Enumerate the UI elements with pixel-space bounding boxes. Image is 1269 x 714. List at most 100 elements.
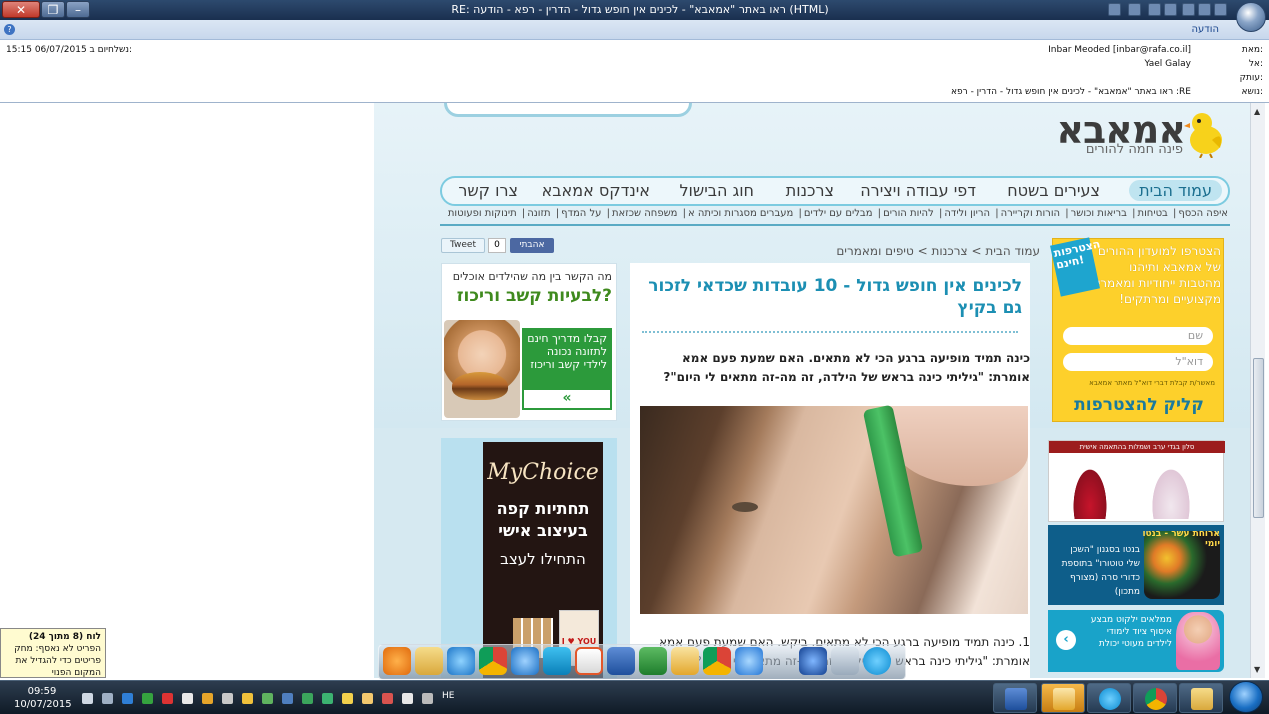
scroll-down-arrow[interactable]: ▼ — [1254, 665, 1260, 674]
word-icon[interactable] — [607, 647, 635, 675]
calculator-icon[interactable] — [831, 647, 859, 675]
ad-mychoice-coasters[interactable]: MyChoice תחתיות קפה בעיצוב אישי התחילו ל… — [441, 438, 617, 678]
save-icon[interactable] — [1214, 3, 1227, 16]
ad-cta-arrow-button[interactable]: « — [522, 388, 612, 410]
tray-app-icon-5[interactable] — [242, 693, 253, 704]
nav-home[interactable]: עמוד הבית — [1129, 180, 1222, 201]
subnav-item[interactable]: משפחה שכזאת — [612, 208, 677, 219]
folder-icon[interactable] — [415, 647, 443, 675]
ad-bento-lunch[interactable]: ארוחת עשר - בנטו יומי בנטו בסגנון "השכן … — [1048, 525, 1224, 605]
subnav-item[interactable]: בטיחות — [1138, 208, 1168, 219]
taskbar-outlook[interactable] — [1041, 683, 1085, 713]
media-player-icon[interactable] — [383, 647, 411, 675]
subnav-item[interactable]: להיות הורים — [883, 208, 934, 219]
previous-item-icon[interactable] — [1148, 3, 1161, 16]
taskbar-clock[interactable]: 09:59 10/07/2015 — [14, 685, 72, 711]
site-logo[interactable]: אמאבא פינה חמה להורים — [1049, 108, 1229, 164]
itunes-icon[interactable] — [735, 647, 763, 675]
subnav-item[interactable]: תזונה — [527, 208, 550, 219]
tray-app-icon-11[interactable] — [382, 693, 393, 704]
outlook-icon[interactable] — [671, 647, 699, 675]
nav-young[interactable]: צעירים בשטח — [1007, 181, 1100, 200]
chrome-icon[interactable] — [479, 647, 507, 675]
subnav-item[interactable]: תינוקות ופעוטות — [448, 208, 517, 219]
ad-school-supplies[interactable]: ‹ ממלאים ילקוט מבצע איסוף ציוד לימודי לי… — [1048, 610, 1224, 672]
tray-app-icon-10[interactable] — [362, 693, 373, 704]
subnav-item[interactable]: מעברים מסגרות וכיתה א — [688, 208, 793, 219]
volume-icon[interactable] — [82, 693, 93, 704]
minimize-window-button[interactable]: – — [66, 1, 90, 18]
tab-message[interactable]: הודעה — [1191, 24, 1219, 35]
join-submit-button[interactable]: קליק להצטרפות — [1059, 395, 1219, 415]
chrome-icon-2[interactable] — [703, 647, 731, 675]
language-indicator[interactable]: HE — [442, 691, 454, 701]
start-button-icon[interactable] — [1229, 681, 1263, 713]
toys-arrow-button[interactable]: ‹ — [1056, 630, 1076, 650]
taskbar-chrome[interactable] — [1133, 683, 1177, 713]
tray-app-icon-9[interactable] — [342, 693, 353, 704]
close-window-button[interactable]: ✕ — [2, 1, 40, 18]
ad-evening-dresses[interactable]: סלון בגדי ערב ושמלות בהתאמה אישית — [1048, 440, 1225, 522]
taskbar-skype[interactable] — [1087, 683, 1131, 713]
join-name-input[interactable]: שם — [1063, 327, 1213, 345]
nvidia-icon[interactable] — [262, 693, 273, 704]
office-app-icon[interactable] — [575, 647, 603, 675]
nav-index[interactable]: אינדקס אמאבא — [542, 181, 650, 200]
tray-app-icon-2[interactable] — [162, 693, 173, 704]
join-consent-checkbox[interactable]: מאשר/ת קבלת דברי דוא"ל מאתר אמאבא — [1061, 379, 1215, 387]
undo-icon[interactable] — [1198, 3, 1211, 16]
attach-icon[interactable] — [1128, 3, 1141, 16]
nav-worksheets[interactable]: דפי עבודה ויצירה — [860, 181, 976, 200]
article-title[interactable]: לכינים אין חופש גדול - 10 עובדות שכדאי ל… — [642, 275, 1022, 319]
join-email-input[interactable]: דוא"ל — [1063, 353, 1213, 371]
maximize-window-button[interactable]: ❐ — [41, 1, 65, 18]
tweet-button[interactable]: Tweet — [441, 238, 485, 253]
clipboard-notification[interactable]: לוח (8 מתוך 24) הפריט לא נאסף: מחק פריטי… — [0, 628, 106, 678]
next-item-icon[interactable] — [1164, 3, 1177, 16]
site-search-input[interactable] — [444, 103, 692, 117]
tray-app-icon-8[interactable] — [322, 693, 333, 704]
network-icon[interactable] — [102, 693, 113, 704]
subnav-item[interactable]: הורות וקריירה — [1001, 208, 1061, 219]
windows-icon[interactable] — [511, 647, 539, 675]
redo-icon[interactable] — [1182, 3, 1195, 16]
subnav-item[interactable]: הריון ולידה — [944, 208, 990, 219]
excel-icon[interactable] — [639, 647, 667, 675]
tray-app-icon-3[interactable] — [202, 693, 213, 704]
tray-app-icon-4[interactable] — [222, 693, 233, 704]
customize-quick-access-icon[interactable] — [1108, 3, 1121, 16]
nav-cooking[interactable]: חוג הבישול — [679, 181, 754, 200]
from-value[interactable]: Inbar Meoded [inbar@rafa.co.il] — [1048, 45, 1191, 55]
scrollbar-thumb[interactable] — [1253, 358, 1264, 518]
clock-date: 10/07/2015 — [14, 699, 72, 710]
subnav-item[interactable]: בריאות וכושר — [1071, 208, 1127, 219]
ad-adhd-nutrition[interactable]: מה הקשר בין מה שהילדים אוכלים לבעיות קשב… — [441, 263, 617, 421]
to-value[interactable]: Yael Galay — [1144, 59, 1191, 69]
action-center-flag-icon[interactable] — [182, 693, 193, 704]
internet-explorer-icon[interactable] — [447, 647, 475, 675]
reading-pane-scrollbar[interactable]: ▲ ▼ — [1250, 103, 1265, 678]
google-earth-icon[interactable] — [799, 647, 827, 675]
nav-contact[interactable]: צרו קשר — [458, 181, 518, 200]
help-icon[interactable]: ? — [4, 24, 15, 35]
subnav-item[interactable]: על המדף — [561, 208, 601, 219]
taskbar-explorer[interactable] — [1179, 683, 1223, 713]
from-label: מאת: — [1241, 45, 1263, 55]
skype-icon[interactable] — [863, 647, 891, 675]
tray-app-icon-13[interactable] — [422, 693, 433, 704]
tray-app-icon-12[interactable] — [402, 693, 413, 704]
hand-image — [890, 406, 1028, 486]
tray-app-icon-1[interactable] — [142, 693, 153, 704]
scroll-up-arrow[interactable]: ▲ — [1254, 107, 1260, 116]
breadcrumb[interactable]: עמוד הבית > צרכנות > טיפים ומאמרים — [836, 244, 1040, 258]
facebook-like-button[interactable]: אהבתי — [510, 238, 554, 253]
bluetooth-icon[interactable] — [122, 693, 133, 704]
nav-consumer[interactable]: צרכנות — [786, 181, 834, 200]
tray-app-icon-6[interactable] — [282, 693, 293, 704]
taskbar-word[interactable] — [993, 683, 1037, 713]
tray-app-icon-7[interactable] — [302, 693, 313, 704]
subnav-item[interactable]: מבלים עם ילדים — [804, 208, 873, 219]
office-button-icon[interactable] — [1236, 2, 1266, 32]
tv-app-icon[interactable] — [543, 647, 571, 675]
subnav-item[interactable]: איפה הכסף — [1178, 208, 1228, 219]
